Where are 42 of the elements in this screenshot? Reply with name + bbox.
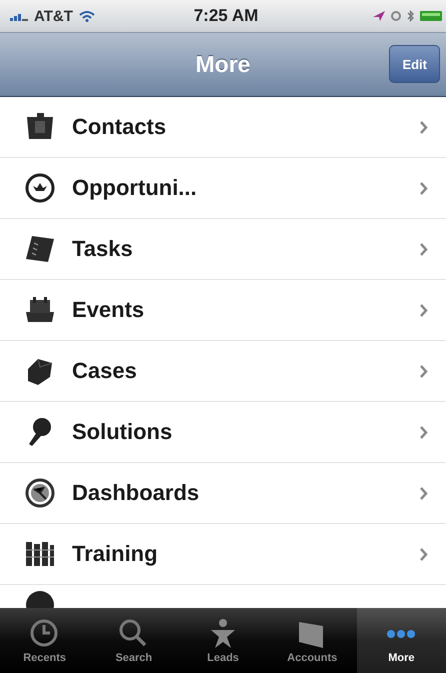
status-time: 7:25 AM bbox=[194, 6, 258, 26]
tab-bar-item[interactable]: Search bbox=[89, 608, 178, 673]
carrier-name: AT&T bbox=[34, 8, 73, 24]
chevron-icon bbox=[420, 242, 428, 256]
gauge-icon bbox=[24, 477, 56, 509]
chevron-icon bbox=[420, 426, 428, 438]
item-label: Contacts bbox=[72, 114, 168, 140]
chevron-icon bbox=[420, 120, 428, 134]
item-label: Training bbox=[72, 541, 159, 567]
chevron-icon bbox=[420, 182, 428, 194]
bluetooth-icon bbox=[407, 10, 414, 22]
list-item[interactable]: Solutions bbox=[0, 402, 446, 463]
item-label: Tasks bbox=[72, 236, 134, 262]
notebook-icon bbox=[24, 233, 56, 265]
signal-icon bbox=[10, 11, 28, 21]
more-dots-icon bbox=[387, 630, 416, 638]
list-item[interactable]: Events bbox=[0, 280, 446, 341]
item-label: Events bbox=[72, 297, 146, 323]
wifi-icon bbox=[78, 10, 95, 22]
edit-button[interactable]: Edit bbox=[389, 45, 440, 83]
item-label: Cases bbox=[72, 358, 138, 384]
tab-bar-item[interactable]: More bbox=[356, 608, 446, 673]
chevron-icon bbox=[420, 304, 428, 316]
list-item[interactable]: Dashboards bbox=[0, 463, 446, 524]
chevron-icon bbox=[420, 548, 428, 560]
tab-bar-item[interactable]: Leads bbox=[178, 608, 268, 673]
list-item[interactable]: Contacts bbox=[0, 97, 446, 158]
list-item[interactable]: Training bbox=[0, 524, 446, 585]
tab-bar-item[interactable]: Accounts bbox=[268, 608, 357, 673]
item-label: Opportuni... bbox=[72, 175, 198, 201]
item-label: Dashboards bbox=[72, 480, 200, 506]
list-item[interactable]: Cases bbox=[0, 341, 446, 402]
list-item[interactable]: Tasks bbox=[0, 219, 446, 280]
tab-bar-item[interactable]: Recents bbox=[0, 608, 90, 673]
location-arrow-icon bbox=[373, 11, 385, 21]
crown-icon bbox=[24, 172, 56, 204]
battery-icon bbox=[420, 11, 442, 21]
item-label: Solutions bbox=[72, 419, 174, 445]
nav-title: More bbox=[196, 51, 250, 78]
chevron-icon bbox=[420, 364, 428, 378]
chevron-icon bbox=[420, 486, 428, 500]
list-item[interactable]: Opportuni... bbox=[0, 158, 446, 219]
